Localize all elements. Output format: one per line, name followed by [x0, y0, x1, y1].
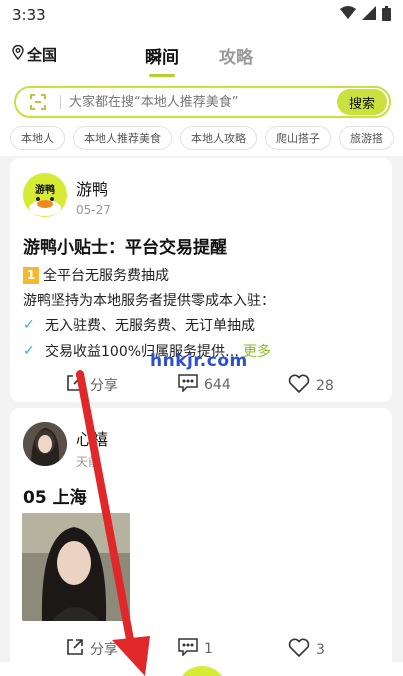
- checkmark-icon: ✓: [23, 317, 35, 333]
- top-header: 全国 瞬间 攻略: [0, 30, 403, 80]
- author-name[interactable]: 游鸭: [76, 176, 108, 200]
- wifi-icon: [340, 6, 356, 24]
- post-line: 1 全平台无服务费抽成: [23, 265, 169, 285]
- avatar[interactable]: 游鸭: [23, 173, 67, 217]
- comment-button[interactable]: 644: [178, 374, 231, 396]
- like-count: 28: [316, 377, 334, 394]
- chip-hiking-buddy[interactable]: 爬山搭子: [265, 126, 331, 150]
- tab-guides[interactable]: 攻略: [219, 43, 253, 68]
- post-line-text: 无入驻费、无服务费、无订单抽成: [45, 318, 255, 334]
- scan-icon[interactable]: [30, 94, 56, 110]
- post-line-text: 全平台无服务费抽成: [43, 268, 169, 284]
- duck-logo-icon: [29, 197, 61, 216]
- status-time: 3:33: [12, 6, 46, 24]
- post-line: ✓ 无入驻费、无服务费、无订单抽成: [23, 315, 255, 335]
- search-input[interactable]: [69, 94, 337, 110]
- chip-local-guide[interactable]: 本地人攻略: [180, 126, 257, 150]
- comment-icon: [178, 638, 198, 660]
- chip-local-food[interactable]: 本地人推荐美食: [73, 126, 172, 150]
- post-line-text: 游鸭坚持为本地服务者提供零成本入驻：: [23, 293, 275, 309]
- location-label: 全国: [27, 46, 58, 64]
- post-photo-image: [22, 513, 130, 621]
- signal-icon: [362, 6, 376, 24]
- number-badge: 1: [23, 266, 39, 284]
- avatar[interactable]: [23, 422, 67, 466]
- post-card[interactable]: 心禧 天前 05 上海 分享 1 3: [10, 408, 392, 670]
- share-label: 分享: [90, 378, 118, 394]
- chip-local[interactable]: 本地人: [10, 126, 65, 150]
- checkmark-icon: ✓: [23, 343, 35, 359]
- like-count: 3: [316, 641, 325, 658]
- search-divider: [60, 95, 61, 109]
- battery-icon: [382, 5, 391, 25]
- chip-travel-buddy[interactable]: 旅游搭: [339, 126, 394, 150]
- share-button[interactable]: 分享: [66, 638, 118, 660]
- search-box: 搜索: [14, 86, 391, 118]
- heart-icon: [288, 638, 310, 661]
- top-tabs: 瞬间 攻略: [145, 43, 253, 77]
- share-icon: [66, 374, 84, 396]
- post-title[interactable]: 05 上海: [23, 483, 87, 508]
- avatar-photo-image: [23, 422, 67, 466]
- post-line: 游鸭坚持为本地服务者提供零成本入驻：: [23, 290, 275, 310]
- comment-button[interactable]: 1: [178, 638, 213, 660]
- location-selector[interactable]: 全国: [12, 44, 57, 65]
- tag-chips-bar: 本地人 本地人推荐美食 本地人攻略 爬山搭子 旅游搭: [0, 120, 403, 156]
- comment-icon: [178, 374, 198, 396]
- post-image[interactable]: [22, 513, 130, 621]
- comment-count: 1: [204, 641, 213, 657]
- tab-moments[interactable]: 瞬间: [145, 43, 179, 77]
- like-button[interactable]: 3: [288, 638, 325, 661]
- comment-count: 644: [204, 377, 231, 393]
- share-icon: [66, 638, 84, 660]
- share-button[interactable]: 分享: [66, 374, 118, 396]
- post-title[interactable]: 游鸭小贴士：平台交易提醒: [23, 233, 227, 258]
- status-bar: 3:33: [0, 0, 403, 30]
- post-date: 05-27: [76, 203, 111, 217]
- post-date: 天前: [76, 455, 101, 469]
- watermark: hnkjr.com: [150, 351, 248, 371]
- location-pin-icon: [12, 44, 24, 64]
- search-area: 搜索: [0, 80, 403, 120]
- like-button[interactable]: 28: [288, 374, 334, 397]
- share-label: 分享: [90, 642, 118, 658]
- heart-icon: [288, 374, 310, 397]
- search-button[interactable]: 搜索: [336, 89, 387, 115]
- author-name[interactable]: 心禧: [76, 426, 108, 450]
